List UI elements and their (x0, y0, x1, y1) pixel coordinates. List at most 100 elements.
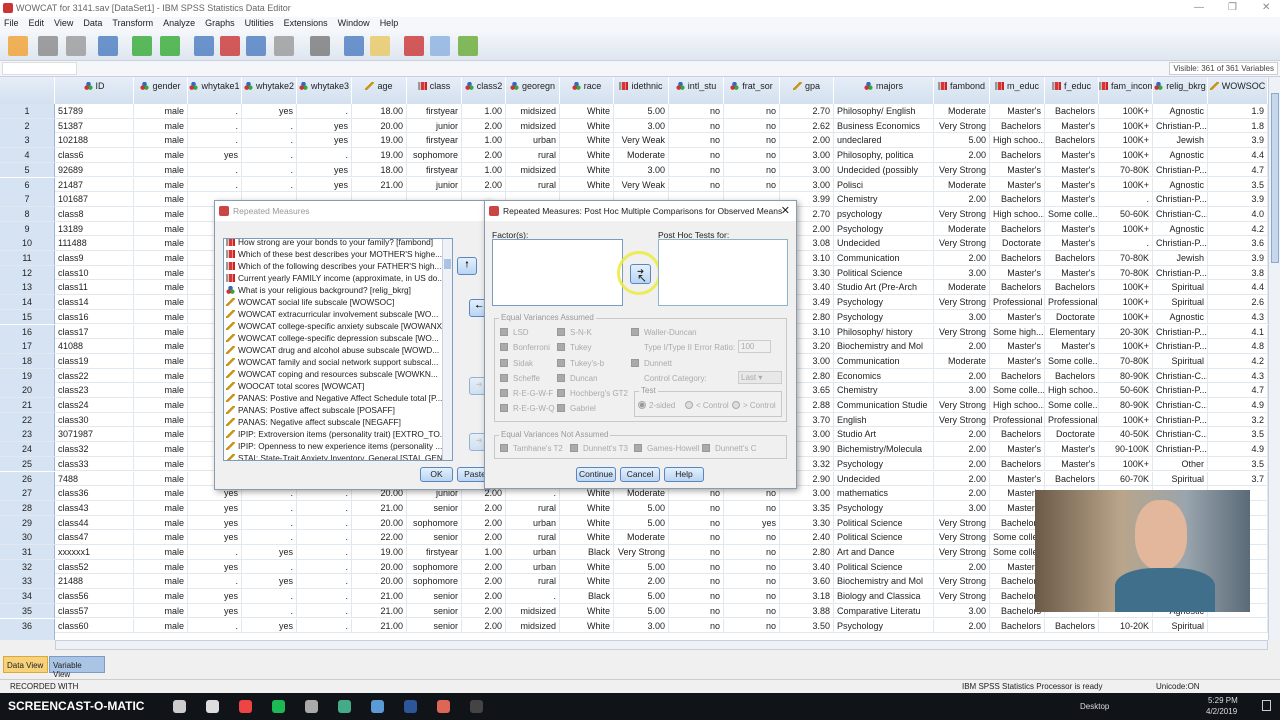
cell-intl_stu[interactable]: no (669, 104, 724, 118)
menu-edit[interactable]: Edit (25, 17, 51, 31)
checkbox-box[interactable] (557, 389, 565, 397)
cell-age[interactable]: 18.00 (352, 104, 407, 118)
cell-whytake1[interactable]: . (188, 618, 242, 633)
checkbox-dunnett-s-c[interactable]: Dunnett's C (702, 444, 757, 453)
cell-relig_bkrg[interactable]: Spiritual (1153, 295, 1208, 310)
cell-whytake1[interactable]: . (188, 162, 242, 177)
cell-intl_stu[interactable]: no (669, 162, 724, 177)
cell-class[interactable]: firstyear (407, 162, 462, 177)
cell-whytake2[interactable]: yes (242, 574, 297, 589)
cell-fambond[interactable]: Very Strong (934, 589, 990, 604)
cell-majors[interactable]: Communication (834, 251, 934, 265)
cell-whytake3[interactable]: . (297, 589, 352, 604)
cell-wowsoc[interactable]: 4.9 (1208, 398, 1268, 412)
cell-id[interactable]: class14 (55, 295, 134, 310)
cell-wowsoc[interactable]: 3.6 (1208, 236, 1268, 251)
cell-wowsoc[interactable]: 4.4 (1208, 148, 1268, 163)
store-icon[interactable] (173, 700, 186, 713)
row-number[interactable]: 4 (0, 148, 55, 163)
cell-georegn[interactable]: urban (506, 545, 560, 559)
tab-variable-view[interactable]: Variable View (49, 656, 105, 679)
cell-gpa[interactable]: 2.00 (780, 133, 834, 148)
blank-app-icon[interactable] (470, 700, 483, 713)
close-button[interactable]: ✕ (1262, 2, 1270, 13)
cell-gpa[interactable]: 3.00 (780, 177, 834, 192)
column-header-class[interactable]: class (407, 77, 462, 104)
cell-fambond[interactable]: 3.00 (934, 383, 990, 398)
cell-race[interactable]: White (560, 177, 614, 192)
cell-wowsoc[interactable]: 3.2 (1208, 412, 1268, 427)
cell-m_educ[interactable]: Bachelors (990, 368, 1045, 383)
checkbox-box[interactable] (634, 444, 642, 452)
cell-idethnic[interactable]: 5.00 (614, 589, 669, 604)
checkbox-bonferroni[interactable]: Bonferroni (500, 343, 550, 352)
cell-class[interactable]: sophomore (407, 559, 462, 574)
cell-georegn[interactable]: midsized (506, 618, 560, 633)
cell-gender[interactable]: male (134, 295, 188, 310)
cell-whytake1[interactable]: yes (188, 515, 242, 530)
cell-fam_income[interactable]: 50-60K (1099, 383, 1153, 398)
cell-gender[interactable]: male (134, 162, 188, 177)
cell-majors[interactable]: English (834, 412, 934, 427)
column-header-id[interactable]: ID (55, 77, 134, 104)
row-number[interactable]: 13 (0, 280, 55, 295)
cell-idethnic[interactable]: 5.00 (614, 559, 669, 574)
cell-wowsoc[interactable]: 1.8 (1208, 118, 1268, 133)
cell-gender[interactable]: male (134, 221, 188, 236)
cell-fambond[interactable]: Moderate (934, 177, 990, 192)
cell-fam_income[interactable]: 100K+ (1099, 309, 1153, 324)
cell-id[interactable]: class56 (55, 589, 134, 604)
cell-age[interactable]: 21.00 (352, 589, 407, 604)
cell-class2[interactable]: 2.00 (462, 589, 506, 604)
cell-wowsoc[interactable]: 4.2 (1208, 221, 1268, 236)
cell-whytake3[interactable]: yes (297, 162, 352, 177)
checkbox-box[interactable] (557, 328, 565, 336)
cell-fam_income[interactable]: 60-70K (1099, 471, 1153, 486)
cell-gender[interactable]: male (134, 500, 188, 515)
cell-m_educ[interactable]: Bachelors (990, 192, 1045, 207)
cell-id[interactable]: 21487 (55, 177, 134, 192)
cell-m_educ[interactable]: Bachelors (990, 251, 1045, 265)
radio-circle[interactable] (638, 401, 646, 409)
cell-majors[interactable]: Political Science (834, 265, 934, 280)
column-header-wowsoc[interactable]: WOWSOC (1208, 77, 1268, 104)
cell-fambond[interactable]: 2.00 (934, 559, 990, 574)
cell-majors[interactable]: Psychology (834, 309, 934, 324)
cell-whytake3[interactable]: . (297, 545, 352, 559)
cell-majors[interactable]: Polisci (834, 177, 934, 192)
row-number[interactable]: 35 (0, 603, 55, 618)
cell-majors[interactable]: Philosophy, politica (834, 148, 934, 163)
row-number[interactable]: 17 (0, 339, 55, 354)
cell-f_educ[interactable]: Master's (1045, 118, 1099, 133)
cell-whytake2[interactable]: yes (242, 545, 297, 559)
cell-relig_bkrg[interactable]: Christian-P... (1153, 339, 1208, 354)
word-icon[interactable] (404, 700, 417, 713)
column-header-f_educ[interactable]: f_educ (1045, 77, 1099, 104)
cell-fam_income[interactable]: 70-80K (1099, 353, 1153, 368)
cell-wowsoc[interactable] (1208, 618, 1268, 633)
cell-gender[interactable]: male (134, 368, 188, 383)
variable-list-scrollbar[interactable] (442, 239, 452, 460)
cell-fambond[interactable]: 2.00 (934, 427, 990, 442)
cell-race[interactable]: White (560, 500, 614, 515)
cell-gender[interactable]: male (134, 427, 188, 442)
cell-id[interactable]: 21488 (55, 574, 134, 589)
checkbox-box[interactable] (500, 328, 508, 336)
dialog-recall-icon[interactable] (98, 36, 118, 56)
cell-m_educ[interactable]: Master's (990, 471, 1045, 486)
cell-relig_bkrg[interactable]: Christian-P... (1153, 383, 1208, 398)
cell-fam_income[interactable]: 10-20K (1099, 618, 1153, 633)
desktop-toolbar[interactable]: Desktop (1080, 702, 1109, 711)
cell-m_educ[interactable]: Professional (990, 412, 1045, 427)
cell-relig_bkrg[interactable]: Christian-P... (1153, 412, 1208, 427)
undo-icon[interactable] (132, 36, 152, 56)
cell-gender[interactable]: male (134, 192, 188, 207)
variable-list-item[interactable]: WOWCAT coping and resources subscale [WO… (224, 368, 452, 380)
cell-fambond[interactable]: Very Strong (934, 118, 990, 133)
cell-whytake3[interactable]: . (297, 500, 352, 515)
cell-frat_sor[interactable]: no (724, 162, 780, 177)
maximize-button[interactable]: ❐ (1228, 2, 1237, 13)
cell-f_educ[interactable]: Master's (1045, 265, 1099, 280)
error-ratio-input[interactable]: 100 (738, 340, 771, 353)
cell-wowsoc[interactable]: 4.7 (1208, 162, 1268, 177)
